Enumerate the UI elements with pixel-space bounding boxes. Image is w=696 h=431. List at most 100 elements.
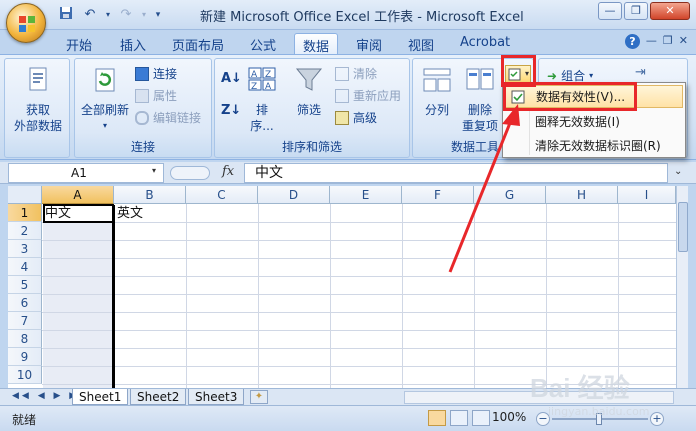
- tab-data[interactable]: 数据: [294, 33, 339, 55]
- column-header-d[interactable]: D: [258, 186, 330, 204]
- office-button[interactable]: [6, 3, 46, 43]
- insert-function-button[interactable]: fx: [222, 164, 234, 179]
- connections-button[interactable]: 连接: [135, 65, 177, 82]
- column-header-g[interactable]: G: [474, 186, 546, 204]
- zoom-knob[interactable]: [596, 413, 602, 425]
- tab-home[interactable]: 开始: [58, 33, 100, 55]
- split-label: 分列: [424, 103, 449, 117]
- grid-line: [42, 348, 676, 349]
- cell-b1[interactable]: 英文: [117, 205, 143, 223]
- formula-divider-icon[interactable]: [170, 166, 210, 180]
- sheet-tab-2[interactable]: Sheet2: [130, 389, 187, 405]
- data-validation-icon: [508, 68, 521, 81]
- menu-item-circle-invalid[interactable]: 圈释无效数据(I): [505, 110, 683, 133]
- menu-item-clear-circles[interactable]: 清除无效数据标识圈(R): [505, 134, 683, 157]
- zoom-slider[interactable]: − +: [536, 412, 666, 426]
- customize-qat-icon[interactable]: ▾: [152, 6, 164, 24]
- sort-az-button[interactable]: A↓: [221, 71, 242, 86]
- normal-view-icon[interactable]: [428, 410, 446, 426]
- tab-page-layout[interactable]: 页面布局: [164, 33, 232, 55]
- ribbon-close-icon[interactable]: ✕: [679, 34, 688, 49]
- column-header-i[interactable]: I: [618, 186, 676, 204]
- text-to-columns-button[interactable]: 分列: [417, 65, 457, 118]
- svg-text:Z: Z: [251, 82, 257, 92]
- grid-line: [42, 312, 676, 313]
- remove-duplicates-button[interactable]: 删除 重复项: [457, 65, 503, 134]
- clear-filter-button[interactable]: 清除: [335, 65, 377, 82]
- remove-duplicates-label-1: 删除: [467, 103, 492, 117]
- restore-button[interactable]: ❐: [624, 2, 648, 20]
- advanced-filter-button[interactable]: 高级: [335, 109, 377, 126]
- spreadsheet-grid[interactable]: A B C D E F G H I 1 2 3 4 5 6 7 8 9 10 中…: [8, 186, 676, 388]
- tab-view[interactable]: 视图: [400, 33, 442, 55]
- column-header-b[interactable]: B: [114, 186, 186, 204]
- insert-sheet-icon[interactable]: ✦: [250, 390, 268, 404]
- edit-links-button[interactable]: 编辑链接: [135, 109, 201, 126]
- row-header-5[interactable]: 5: [8, 276, 42, 294]
- undo-icon[interactable]: ↶: [80, 6, 100, 24]
- row-header-6[interactable]: 6: [8, 294, 42, 312]
- window-title: 新建 Microsoft Office Excel 工作表 - Microsof…: [200, 10, 524, 25]
- grid-line: [42, 384, 676, 385]
- refresh-all-label: 全部刷新: [80, 103, 129, 117]
- get-external-label-1: 获取: [25, 103, 50, 117]
- column-header-h[interactable]: H: [546, 186, 618, 204]
- name-box[interactable]: A1: [8, 163, 164, 183]
- sheet-tab-1[interactable]: Sheet1: [72, 389, 129, 405]
- minimize-button[interactable]: —: [598, 2, 622, 20]
- expand-formula-icon[interactable]: ⌄: [674, 166, 682, 177]
- ribbon-minimize-icon[interactable]: —: [646, 34, 657, 49]
- row-header-3[interactable]: 3: [8, 240, 42, 258]
- row-header-8[interactable]: 8: [8, 330, 42, 348]
- zoom-level[interactable]: 100%: [492, 410, 526, 424]
- get-external-data-button[interactable]: 获取 外部数据: [11, 65, 65, 134]
- column-header-e[interactable]: E: [330, 186, 402, 204]
- row-header-1[interactable]: 1: [8, 204, 42, 222]
- sort-button[interactable]: A Z Z A 排序...: [245, 65, 279, 134]
- tab-insert[interactable]: 插入: [112, 33, 154, 55]
- column-header-a[interactable]: A: [42, 186, 114, 204]
- column-header-c[interactable]: C: [186, 186, 258, 204]
- refresh-icon: [95, 68, 115, 92]
- select-all-corner[interactable]: [8, 186, 42, 204]
- filter-button[interactable]: 筛选: [289, 65, 329, 118]
- redo-dropdown-icon[interactable]: ▾: [140, 6, 148, 24]
- tab-review[interactable]: 审阅: [348, 33, 390, 55]
- redo-icon[interactable]: ↷: [116, 6, 136, 24]
- zoom-out-icon[interactable]: −: [536, 412, 550, 426]
- cell-a1[interactable]: 中文: [45, 205, 71, 223]
- window-controls: — ❐ ✕: [598, 2, 690, 20]
- row-header-4[interactable]: 4: [8, 258, 42, 276]
- properties-button[interactable]: 属性: [135, 87, 177, 104]
- name-box-dropdown-icon[interactable]: ▾: [152, 166, 156, 175]
- vertical-scroll-thumb[interactable]: [678, 202, 688, 252]
- undo-dropdown-icon[interactable]: ▾: [104, 6, 112, 24]
- reapply-button[interactable]: 重新应用: [335, 87, 401, 104]
- tab-formulas[interactable]: 公式: [242, 33, 284, 55]
- row-header-9[interactable]: 9: [8, 348, 42, 366]
- horizontal-scrollbar[interactable]: [404, 391, 674, 404]
- tab-acrobat[interactable]: Acrobat: [452, 33, 518, 55]
- sort-za-button[interactable]: Z↓: [221, 103, 241, 118]
- help-icon[interactable]: ?: [624, 34, 640, 49]
- ribbon-restore-icon[interactable]: ❐: [663, 34, 673, 49]
- vertical-scrollbar[interactable]: [676, 186, 688, 388]
- close-button[interactable]: ✕: [650, 2, 690, 20]
- row-header-2[interactable]: 2: [8, 222, 42, 240]
- zoom-in-icon[interactable]: +: [650, 412, 664, 426]
- sheet-tab-3[interactable]: Sheet3: [188, 389, 245, 405]
- show-detail-icon[interactable]: ⇥: [635, 65, 653, 83]
- formula-input[interactable]: 中文: [244, 163, 668, 183]
- status-ready: 就绪: [12, 413, 37, 427]
- page-layout-view-icon[interactable]: [450, 410, 468, 426]
- row-header-10[interactable]: 10: [8, 366, 42, 384]
- properties-label: 属性: [153, 89, 178, 103]
- refresh-all-button[interactable]: 全部刷新 ▾: [79, 65, 131, 134]
- menu-item-data-validation[interactable]: 数据有效性(V)...: [505, 85, 683, 108]
- column-header-f[interactable]: F: [402, 186, 474, 204]
- page-break-view-icon[interactable]: [472, 410, 490, 426]
- row-header-7[interactable]: 7: [8, 312, 42, 330]
- save-icon[interactable]: [56, 6, 76, 24]
- advanced-filter-icon: [335, 110, 349, 125]
- svg-text:A: A: [251, 70, 258, 80]
